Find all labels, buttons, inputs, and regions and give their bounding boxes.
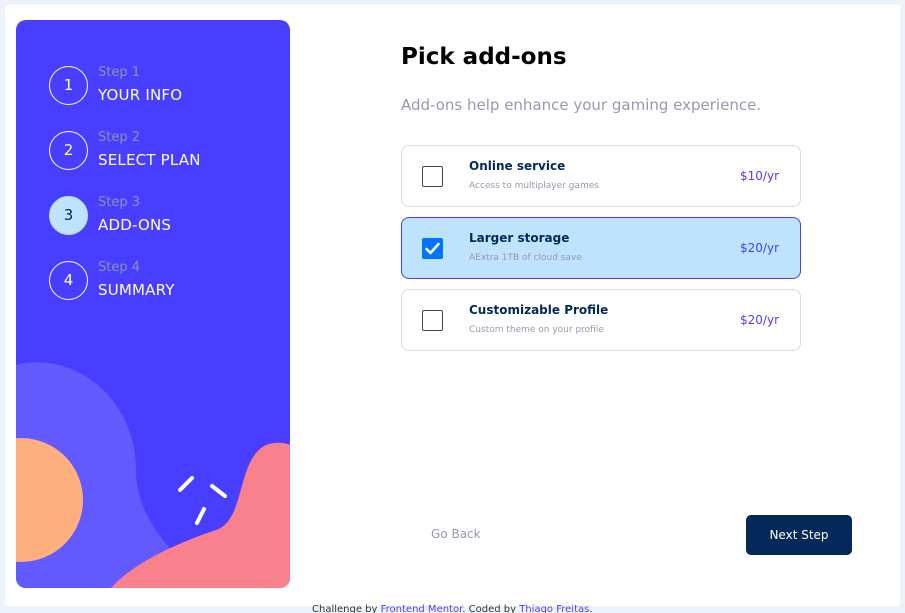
- addon-description: AExtra 1TB of cloud save: [469, 253, 582, 263]
- step-label: Step 3: [98, 195, 141, 210]
- sidebar: 1 Step 1 YOUR INFO 2 Step 2 SELECT PLAN …: [16, 20, 290, 588]
- next-step-button[interactable]: Next Step: [746, 515, 852, 555]
- step-number: 2: [49, 131, 88, 170]
- attribution-footer: Challenge by Frontend Mentor. Coded by T…: [312, 604, 593, 613]
- addon-larger-storage[interactable]: Larger storage AExtra 1TB of cloud save …: [401, 217, 801, 279]
- author-link[interactable]: Thiago Freitas: [519, 604, 589, 613]
- footer-middle: . Coded by: [462, 604, 520, 613]
- addon-checkbox[interactable]: [422, 166, 443, 187]
- step-number: 3: [49, 196, 88, 235]
- step-label: Step 1: [98, 65, 141, 80]
- step-label: Step 2: [98, 130, 141, 145]
- step-number: 4: [49, 261, 88, 300]
- addon-price: $10/yr: [740, 169, 779, 183]
- addon-customizable-profile[interactable]: Customizable Profile Custom theme on you…: [401, 289, 801, 351]
- addon-checkbox[interactable]: [422, 238, 443, 259]
- addon-name: Larger storage: [469, 231, 570, 245]
- step-title: YOUR INFO: [98, 86, 183, 104]
- sidebar-decoration: [16, 362, 290, 588]
- check-icon: [425, 242, 440, 255]
- footer-suffix: .: [589, 604, 593, 613]
- step-title: ADD-ONS: [98, 216, 172, 234]
- addon-online-service[interactable]: Online service Access to multiplayer gam…: [401, 145, 801, 207]
- footer-prefix: Challenge by: [312, 604, 381, 613]
- frontend-mentor-link[interactable]: Frontend Mentor: [381, 604, 463, 613]
- step-title: SUMMARY: [98, 281, 175, 299]
- addon-price: $20/yr: [740, 313, 779, 327]
- addon-name: Customizable Profile: [469, 303, 609, 317]
- addon-description: Custom theme on your profile: [469, 325, 604, 335]
- page-title: Pick add-ons: [401, 44, 567, 70]
- main-content: Pick add-ons Add-ons help enhance your g…: [401, 0, 852, 613]
- addon-description: Access to multiplayer games: [469, 181, 599, 191]
- page-subtitle: Add-ons help enhance your gaming experie…: [401, 96, 762, 114]
- addon-price: $20/yr: [740, 241, 779, 255]
- addon-checkbox[interactable]: [422, 310, 443, 331]
- step-title: SELECT PLAN: [98, 151, 201, 169]
- go-back-button[interactable]: Go Back: [431, 527, 481, 541]
- step-label: Step 4: [98, 260, 141, 275]
- step-number: 1: [49, 66, 88, 105]
- addon-name: Online service: [469, 159, 566, 173]
